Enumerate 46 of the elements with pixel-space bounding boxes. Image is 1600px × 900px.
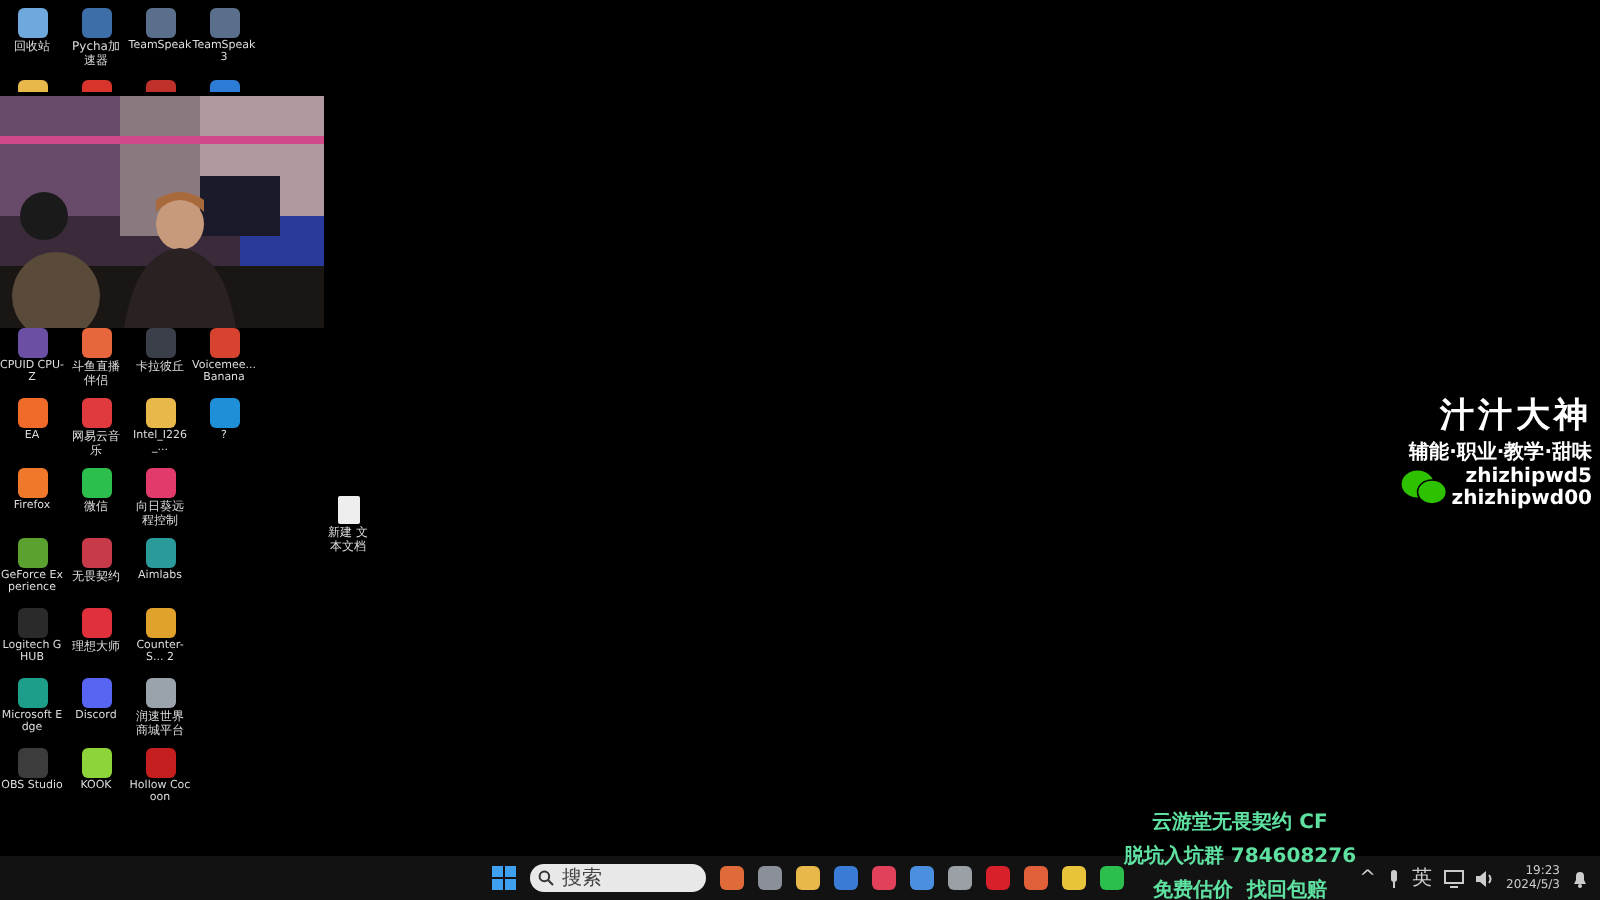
show-hidden-icons-button[interactable]: ^ [1359, 867, 1377, 889]
ad-text: 脱坑入坑群 784608276 [1123, 842, 1357, 870]
app-icon[interactable] [209, 398, 239, 428]
app-icon[interactable] [81, 328, 111, 358]
text-file-icon[interactable] [337, 496, 359, 524]
app-icon[interactable] [17, 538, 47, 568]
app-icon[interactable] [81, 398, 111, 428]
wechat-id: zhizhipwd00 [1451, 488, 1592, 510]
taskbar-app-icon[interactable] [910, 866, 934, 890]
taskbar-app-icon[interactable] [834, 866, 858, 890]
taskbar-app-icon[interactable] [948, 866, 972, 890]
app-icon[interactable] [209, 328, 239, 358]
app-icon[interactable] [17, 8, 47, 38]
app-icon[interactable] [81, 468, 111, 498]
taskbar-app-icon[interactable] [1100, 866, 1124, 890]
app-icon[interactable] [145, 678, 175, 708]
search-field[interactable]: 搜索 [530, 864, 706, 892]
app-icon[interactable] [17, 678, 47, 708]
taskbar-app-icon[interactable] [1024, 866, 1048, 890]
app-icon[interactable] [17, 398, 47, 428]
ad-text: 免费估价 找回包赔 [1153, 876, 1327, 900]
taskbar-app-icon[interactable] [796, 866, 820, 890]
bell-icon[interactable] [1572, 869, 1588, 887]
taskbar-app-icon[interactable] [720, 866, 744, 890]
app-icon[interactable] [81, 748, 111, 778]
wechat-id: zhizhipwd5 [1465, 466, 1592, 488]
speaker-icon[interactable] [1476, 869, 1495, 887]
app-icon[interactable] [145, 468, 175, 498]
app-icon[interactable] [145, 398, 175, 428]
input-language[interactable]: 英 [1412, 864, 1433, 892]
taskbar-app-icon[interactable] [1062, 866, 1086, 890]
app-icon[interactable] [209, 80, 239, 92]
app-icon[interactable] [17, 80, 47, 92]
monitor-icon[interactable] [1444, 869, 1465, 887]
app-icon[interactable] [145, 608, 175, 638]
app-icon[interactable] [145, 538, 175, 568]
search-icon [538, 870, 554, 886]
taskbar-app-icon[interactable] [872, 866, 896, 890]
app-icon[interactable] [17, 468, 47, 498]
taskbar-app-icon[interactable] [758, 866, 782, 890]
service-tags: 辅能·职业·教学·甜味 [1409, 438, 1592, 466]
chat-bubbles-icon [1399, 468, 1448, 508]
start-icon[interactable] [492, 866, 516, 890]
microphone-icon[interactable] [1388, 869, 1401, 887]
ad-text: 云游堂无畏契约 CF [1152, 809, 1328, 836]
streamer-name: 汁汁大神 [1440, 394, 1592, 438]
